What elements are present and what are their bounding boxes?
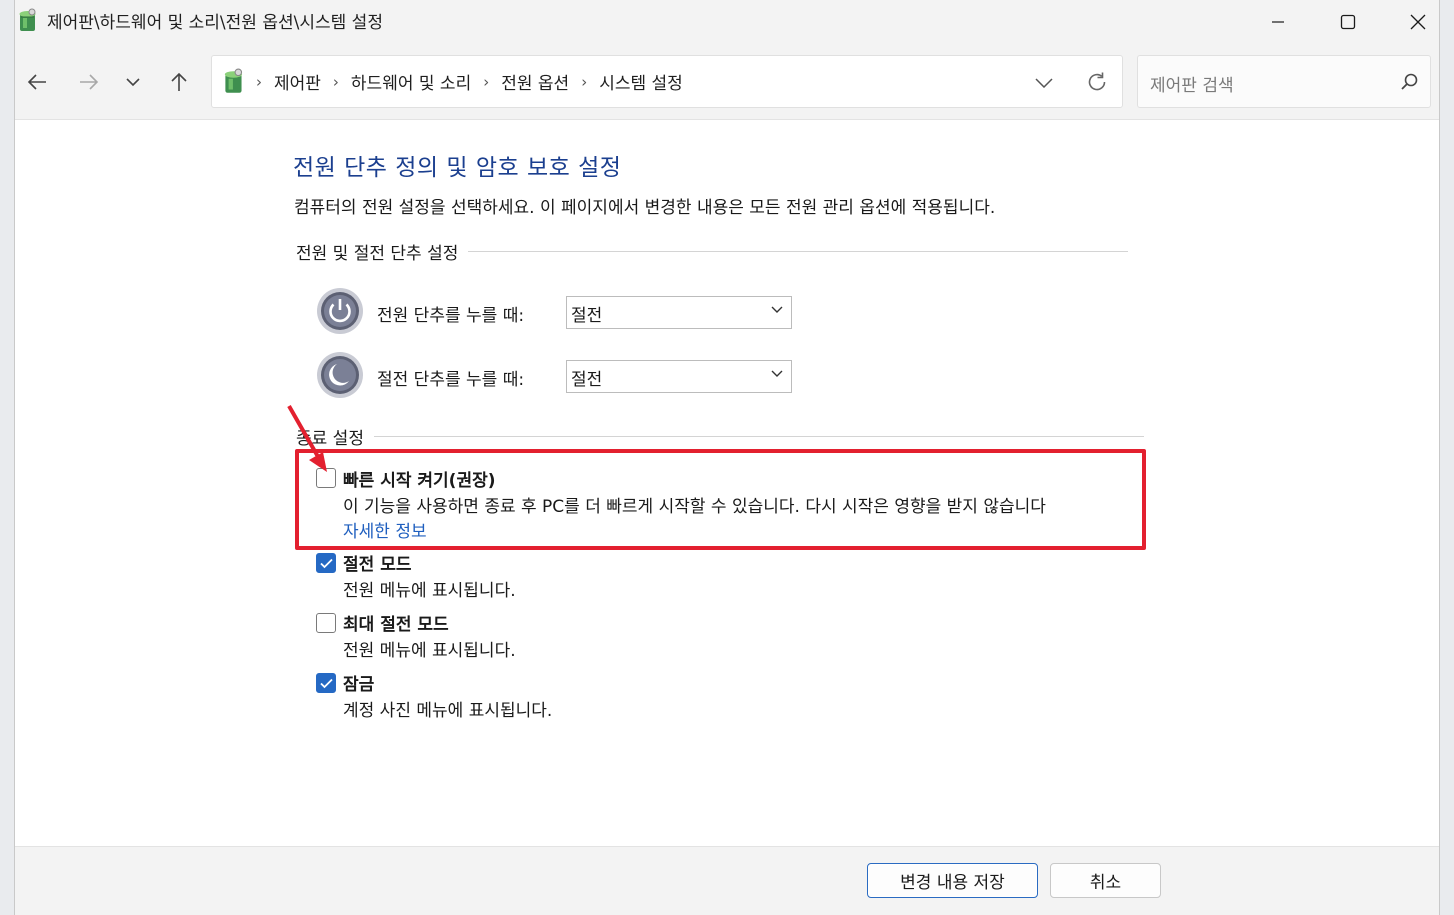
hibernate-description: 전원 메뉴에 표시됩니다. xyxy=(343,641,516,661)
control-panel-window: 제어판\하드웨어 및 소리\전원 옵션\시스템 설정 › 제어판 › 하드웨어 … xyxy=(14,0,1440,915)
power-button-label: 전원 단추를 누를 때: xyxy=(377,306,525,326)
control-panel-icon xyxy=(224,68,243,93)
sleep-button-action-value: 절전 xyxy=(571,370,603,390)
address-bar[interactable]: › 제어판 › 하드웨어 및 소리 › 전원 옵션 › 시스템 설정 xyxy=(211,55,1123,108)
power-button-action-select[interactable]: 절전 xyxy=(566,296,792,329)
settings-content: 전원 단추 정의 및 암호 보호 설정 컴퓨터의 전원 설정을 선택하세요. 이… xyxy=(15,120,1439,846)
hibernate-checkbox[interactable] xyxy=(316,613,336,633)
address-history-dropdown[interactable] xyxy=(1030,70,1058,96)
chevron-down-icon xyxy=(771,306,783,313)
breadcrumb-separator-icon: › xyxy=(256,72,262,91)
forward-button[interactable] xyxy=(71,66,107,98)
search-icon[interactable] xyxy=(1400,72,1420,92)
sleep-title[interactable]: 절전 모드 xyxy=(343,550,411,575)
lock-checkbox[interactable] xyxy=(316,673,336,693)
page-description: 컴퓨터의 전원 설정을 선택하세요. 이 페이지에서 변경한 내용은 모든 전원… xyxy=(294,198,996,218)
save-changes-button[interactable]: 변경 내용 저장 xyxy=(867,863,1038,898)
chevron-down-icon xyxy=(1035,78,1053,88)
lock-title[interactable]: 잠금 xyxy=(343,670,374,695)
checkmark-icon xyxy=(320,558,333,569)
hibernate-title[interactable]: 최대 절전 모드 xyxy=(343,610,449,635)
back-arrow-icon xyxy=(27,74,46,90)
close-button[interactable] xyxy=(1383,0,1453,44)
breadcrumb-control-panel[interactable]: 제어판 xyxy=(274,69,321,94)
footer-bar: 변경 내용 저장 취소 xyxy=(15,846,1439,915)
control-panel-icon xyxy=(19,8,36,31)
breadcrumb-separator-icon[interactable]: › xyxy=(333,73,339,91)
page-title: 전원 단추 정의 및 암호 보호 설정 xyxy=(293,155,622,181)
cancel-button[interactable]: 취소 xyxy=(1050,863,1161,898)
close-icon xyxy=(1410,14,1426,30)
power-icon xyxy=(317,288,363,334)
breadcrumb-separator-icon[interactable]: › xyxy=(581,73,587,91)
sleep-button-action-select[interactable]: 절전 xyxy=(566,360,792,393)
minimize-icon xyxy=(1272,21,1284,23)
search-placeholder[interactable]: 제어판 검색 xyxy=(1150,71,1234,96)
breadcrumb-power-options[interactable]: 전원 옵션 xyxy=(501,69,569,94)
refresh-icon xyxy=(1088,72,1106,91)
title-bar: 제어판\하드웨어 및 소리\전원 옵션\시스템 설정 xyxy=(15,0,1439,44)
breadcrumb: › 제어판 › 하드웨어 및 소리 › 전원 옵션 › 시스템 설정 xyxy=(256,69,683,95)
chevron-down-icon xyxy=(771,370,783,377)
sleep-button-setting-row: 절전 단추를 누를 때: 절전 xyxy=(316,351,792,399)
sleep-checkbox[interactable] xyxy=(316,553,336,573)
recent-locations-button[interactable] xyxy=(115,66,151,98)
up-button[interactable] xyxy=(161,66,197,98)
highlight-box xyxy=(295,449,1146,550)
checkmark-icon xyxy=(320,678,333,689)
navigation-bar: › 제어판 › 하드웨어 및 소리 › 전원 옵션 › 시스템 설정 제어판 검… xyxy=(15,44,1439,120)
sleep-button-label: 절전 단추를 누를 때: xyxy=(377,370,525,390)
divider xyxy=(373,436,1144,437)
minimize-button[interactable] xyxy=(1243,0,1313,44)
power-button-group-header: 전원 및 절전 단추 설정 xyxy=(296,239,1129,264)
sleep-description: 전원 메뉴에 표시됩니다. xyxy=(343,581,516,601)
breadcrumb-system-settings[interactable]: 시스템 설정 xyxy=(599,69,683,94)
back-button[interactable] xyxy=(19,66,55,98)
shutdown-group-header: 종료 설정 xyxy=(296,424,1144,449)
forward-arrow-icon xyxy=(80,74,99,90)
chevron-down-icon xyxy=(126,78,140,87)
red-arrow-icon xyxy=(287,405,327,472)
lock-description: 계정 사진 메뉴에 표시됩니다. xyxy=(343,701,553,721)
power-button-setting-row: 전원 단추를 누를 때: 절전 xyxy=(316,287,792,335)
search-box[interactable]: 제어판 검색 xyxy=(1137,55,1431,108)
breadcrumb-separator-icon[interactable]: › xyxy=(483,73,489,91)
maximize-button[interactable] xyxy=(1313,0,1383,44)
window-title: 제어판\하드웨어 및 소리\전원 옵션\시스템 설정 xyxy=(47,13,383,33)
refresh-button[interactable] xyxy=(1082,68,1112,96)
sleep-icon xyxy=(317,352,363,398)
breadcrumb-hardware-sound[interactable]: 하드웨어 및 소리 xyxy=(351,69,471,94)
divider xyxy=(468,251,1129,252)
maximize-icon xyxy=(1340,14,1356,30)
power-button-group-label: 전원 및 절전 단추 설정 xyxy=(296,244,459,264)
power-button-action-value: 절전 xyxy=(571,306,603,326)
up-arrow-icon xyxy=(171,72,187,91)
